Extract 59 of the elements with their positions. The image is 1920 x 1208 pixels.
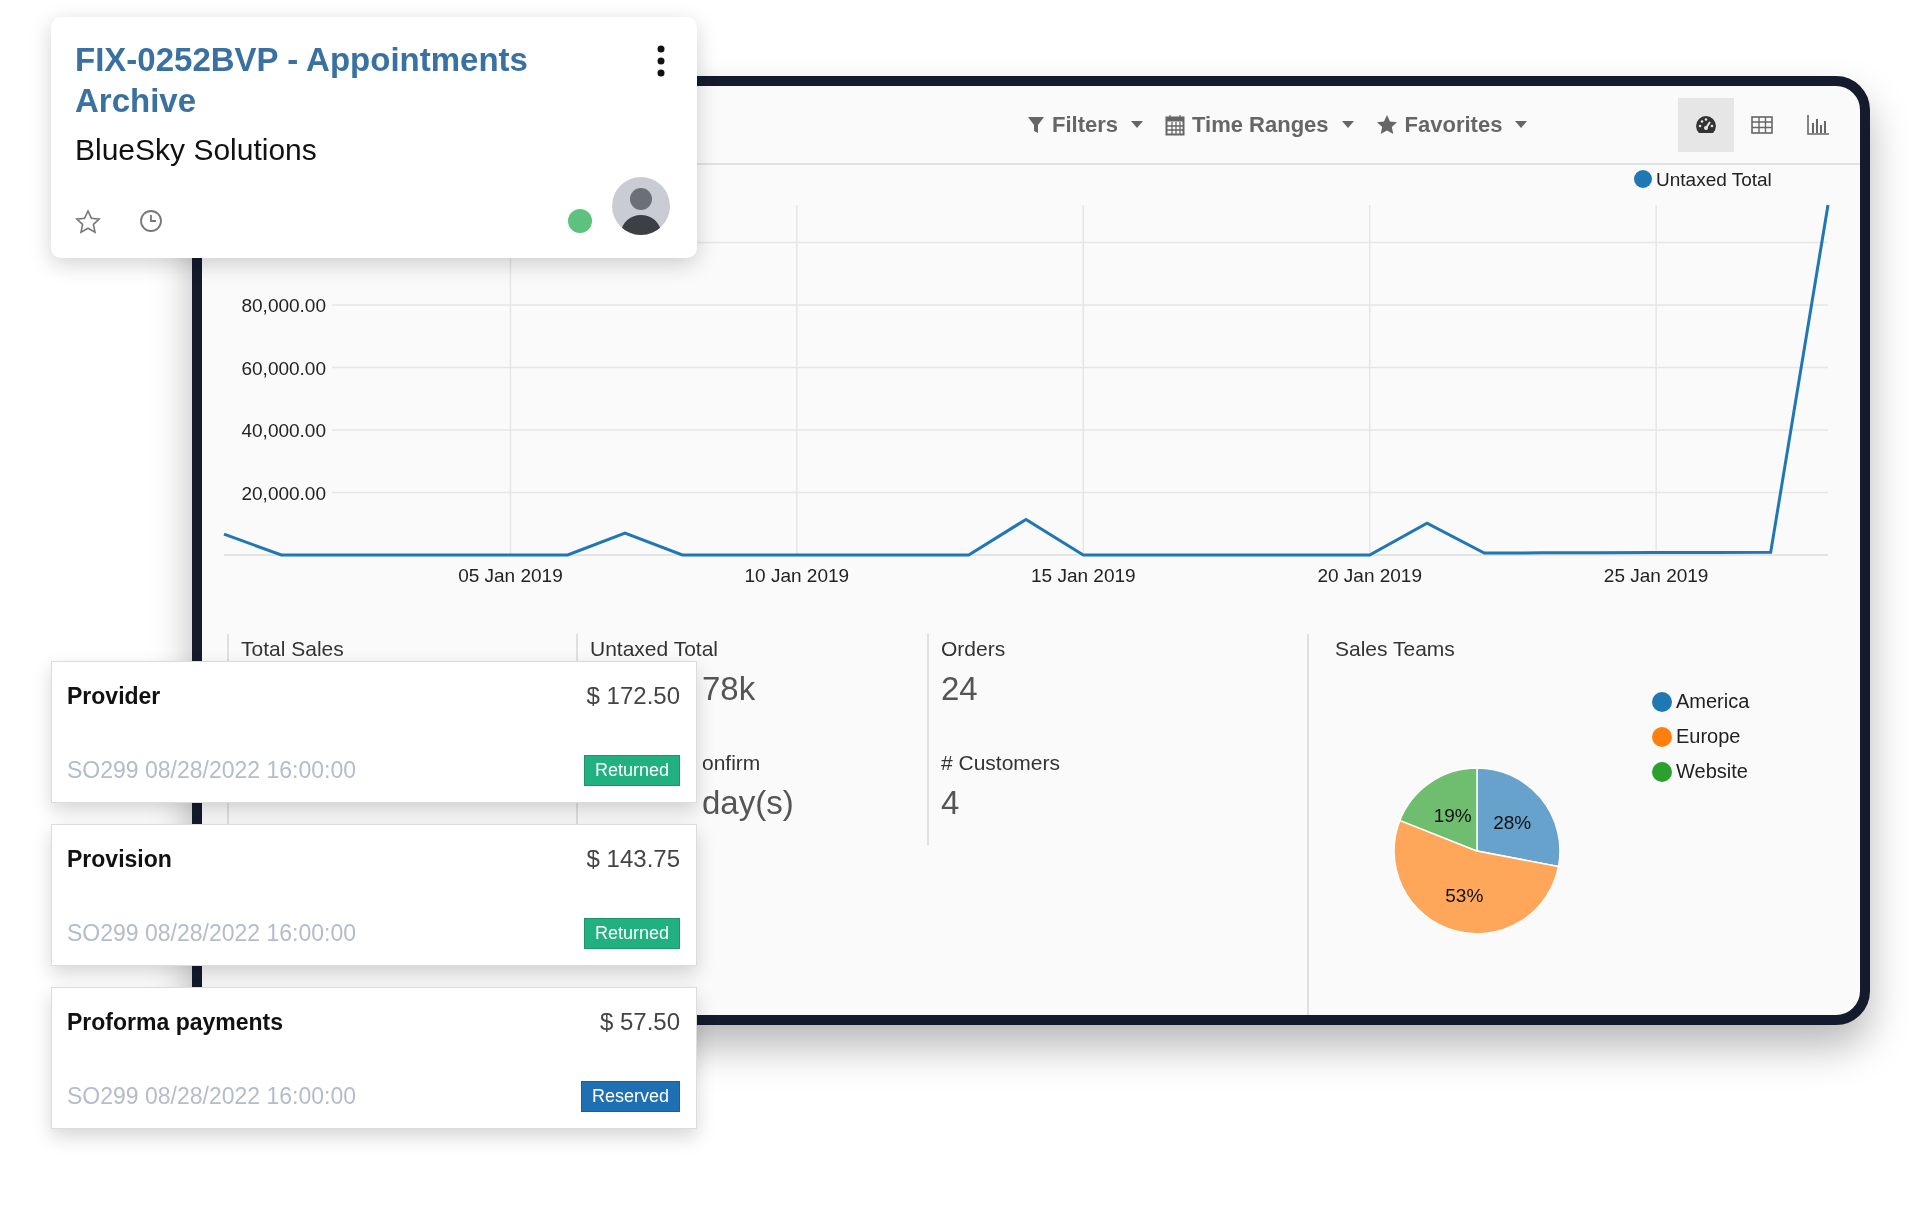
filter-dropdown[interactable]: Filters [1027,111,1144,138]
star-icon [75,208,101,234]
axis-tick-label: 20,000.00 [241,482,326,504]
order-amount: $ 143.75 [586,845,680,873]
bar-chart-icon [1807,114,1829,135]
order-reference: SO299 08/28/2022 16:00:00 [67,757,357,784]
axis-tick-label: 60,000.00 [241,357,326,379]
slice-label: 28% [1493,811,1532,833]
view-switch-button[interactable] [1678,97,1734,152]
kpi-title: Total Sales [241,636,344,662]
filter-dropdown[interactable]: Time Ranges [1165,111,1354,138]
kpi-value: 4 [941,783,960,823]
caret-icon [1341,121,1354,128]
activity-button[interactable] [139,209,163,233]
kpi-title: Orders [941,636,1006,662]
axis-tick-label: 25 Jan 2019 [1603,565,1709,586]
kpi-value: 78k [702,669,756,709]
order-reference: SO299 08/28/2022 16:00:00 [67,1083,357,1110]
axis-tick-label: 15 Jan 2019 [1031,565,1136,586]
calendar-icon [1165,113,1186,136]
axis-tick-label: 05 Jan 2019 [458,565,563,586]
order-reference: SO299 08/28/2022 16:00:00 [67,920,357,947]
customer-name: BlueSky Solutions [75,133,318,167]
status-badge: Returned [583,918,680,949]
gauge-icon [1696,116,1716,133]
axis-tick-label: 20 Jan 2019 [1317,565,1422,586]
slice-label: 19% [1433,805,1472,827]
caret-icon [1131,121,1144,128]
star-icon [1375,114,1398,135]
kpi-title: # Customers [941,750,1061,776]
kpi-title: onfirm [702,750,761,776]
order-amount: $ 57.50 [599,1008,680,1036]
status-badge: Returned [583,755,680,786]
filter-icon [1027,114,1045,135]
axis-tick-label: 40,000.00 [241,420,326,441]
order-title: Proforma payments [67,1008,283,1036]
axis-tick-label: 10 Jan 2019 [744,565,850,586]
kebab-menu-icon [657,45,665,77]
avatar [612,177,670,235]
kpi-value: day(s) [702,783,794,823]
order-title: Provision [67,845,172,873]
filter-dropdown[interactable]: Favorites [1375,111,1528,138]
favorite-toggle[interactable] [75,208,101,234]
legend-label: America [1676,690,1750,713]
order-title: Provider [67,682,161,710]
clock-icon [139,209,163,233]
kpi-title: Untaxed Total [590,636,719,662]
axis-tick-label: 80,000.00 [241,295,326,316]
kpi-value: 24 [941,669,978,709]
legend-label: Untaxed Total [1656,169,1772,190]
table-icon [1751,115,1773,134]
legend-label: Europe [1676,725,1741,748]
record-title: FIX-0252BVP - Appointments Archive [75,40,529,121]
order-amount: $ 172.50 [586,682,680,710]
slice-label: 53% [1445,884,1484,906]
caret-icon [1515,121,1528,128]
legend-label: Website [1676,760,1748,783]
panel-title: Sales Teams [1335,636,1455,662]
status-badge: Reserved [580,1081,680,1112]
